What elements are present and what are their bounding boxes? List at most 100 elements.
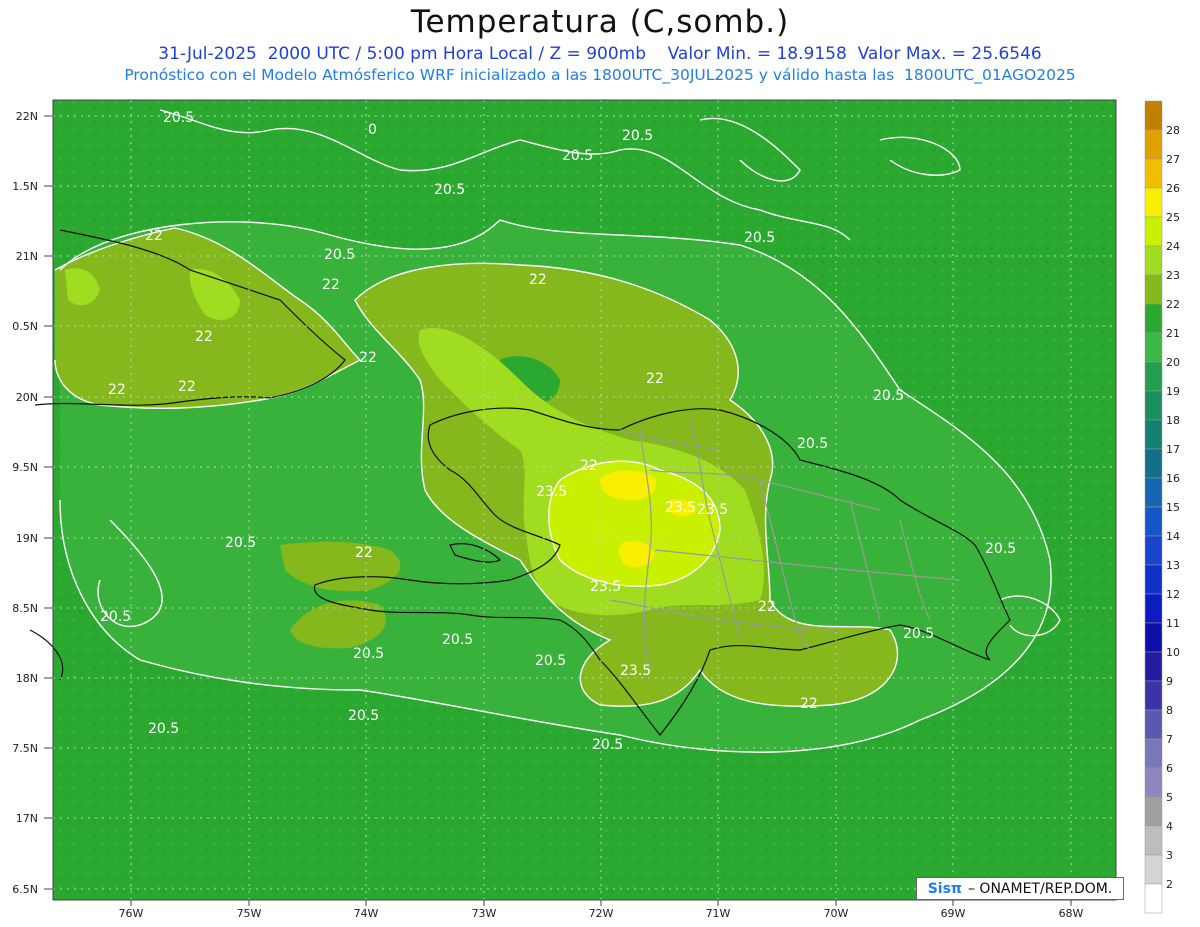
colorbar-swatch — [1144, 274, 1163, 305]
lat-label: 7.5N — [12, 742, 38, 755]
colorbar-swatch — [1144, 477, 1163, 508]
colorbar-swatch — [1144, 651, 1163, 682]
colorbar-label: 15 — [1166, 501, 1180, 514]
lat-label: 0.5N — [12, 320, 38, 333]
temperature-map: 20.5 20.5 20.5 20.5 20.5 20.5 20.5 20.5 … — [12, 99, 1180, 920]
credit-text: – ONAMET/REP.DOM. — [967, 880, 1113, 897]
contour-label: 20.5 — [797, 436, 828, 452]
lon-label: 68W — [1059, 907, 1084, 920]
contour-label: 22 — [580, 458, 598, 474]
contour-label: 23.5 — [590, 579, 621, 595]
contour-label: 20.5 — [985, 541, 1016, 557]
contour-label: 20.5 — [592, 737, 623, 753]
lon-label: 69W — [941, 907, 966, 920]
colorbar-swatch — [1144, 129, 1163, 160]
colorbar-swatch — [1144, 303, 1163, 334]
lat-label: 17N — [16, 812, 38, 825]
colorbar-label: 5 — [1166, 791, 1173, 804]
contour-label: 0 — [368, 122, 377, 138]
colorbar-swatch — [1144, 709, 1163, 740]
credit-box: Sisπ – ONAMET/REP.DOM. — [916, 877, 1124, 900]
contour-label: 20.5 — [434, 182, 465, 198]
colorbar-label: 14 — [1166, 530, 1180, 543]
colorbar-swatch — [1144, 390, 1163, 421]
colorbar-label: 22 — [1166, 298, 1180, 311]
colorbar-label: 8 — [1166, 704, 1173, 717]
colorbar-swatch — [1144, 738, 1163, 769]
colorbar-swatch — [1144, 622, 1163, 653]
colorbar-swatch — [1144, 158, 1163, 189]
contour-label: 20.5 — [225, 535, 256, 551]
colorbar-swatch — [1144, 883, 1163, 914]
colorbar-label: 18 — [1166, 414, 1180, 427]
colorbar-label: 4 — [1166, 820, 1173, 833]
colorbar-label: 16 — [1166, 472, 1180, 485]
colorbar-swatch — [1144, 187, 1163, 218]
lat-label: 22N — [16, 110, 38, 123]
colorbar-label: 28 — [1166, 124, 1180, 137]
contour-label: 22 — [359, 350, 377, 366]
contour-label: 20.5 — [903, 626, 934, 642]
contour-label: 20.5 — [324, 247, 355, 263]
lat-label: 21N — [16, 250, 38, 263]
lon-label: 76W — [119, 907, 144, 920]
colorbar-label: 7 — [1166, 733, 1173, 746]
colorbar-label: 2 — [1166, 878, 1173, 891]
contour-label: 20.5 — [622, 128, 653, 144]
colorbar: 2827262524232221201918171615141312111098… — [1144, 100, 1180, 914]
contour-label: 20.5 — [562, 148, 593, 164]
lat-label: 8.5N — [12, 602, 38, 615]
colorbar-label: 3 — [1166, 849, 1173, 862]
colorbar-swatch — [1144, 506, 1163, 537]
contour-label: 22 — [758, 599, 776, 615]
colorbar-label: 10 — [1166, 646, 1180, 659]
colorbar-label: 27 — [1166, 153, 1180, 166]
lat-label: 19N — [16, 532, 38, 545]
contour-label: 22 — [108, 382, 126, 398]
colorbar-swatch — [1144, 593, 1163, 624]
contour-label: 20.5 — [535, 653, 566, 669]
colorbar-label: 17 — [1166, 443, 1180, 456]
colorbar-swatch — [1144, 100, 1163, 131]
contour-label: 20.5 — [353, 646, 384, 662]
contour-label: 22 — [322, 277, 340, 293]
latitude-labels: 22N 1.5N 21N 0.5N 20N 9.5N 19N 8.5N 18N … — [12, 110, 38, 896]
contour-label: 22 — [178, 379, 196, 395]
colorbar-swatch — [1144, 854, 1163, 885]
colorbar-label: 23 — [1166, 269, 1180, 282]
contour-label: 22 — [646, 371, 664, 387]
colorbar-swatch — [1144, 796, 1163, 827]
contour-label: 22 — [145, 228, 163, 244]
colorbar-swatch — [1144, 564, 1163, 595]
colorbar-label: 26 — [1166, 182, 1180, 195]
colorbar-swatch — [1144, 419, 1163, 450]
colorbar-swatch — [1144, 825, 1163, 856]
lon-label: 74W — [354, 907, 379, 920]
lon-label: 72W — [589, 907, 614, 920]
contour-label: 22 — [529, 272, 547, 288]
lon-label: 75W — [237, 907, 262, 920]
lat-label: 20N — [16, 391, 38, 404]
colorbar-swatch — [1144, 535, 1163, 566]
colorbar-swatch — [1144, 332, 1163, 363]
contour-label: 23.5 — [697, 502, 728, 518]
contour-label: 22 — [800, 696, 818, 712]
colorbar-swatch — [1144, 448, 1163, 479]
contour-label: 22 — [355, 545, 373, 561]
colorbar-label: 25 — [1166, 211, 1180, 224]
colorbar-swatch — [1144, 361, 1163, 392]
contour-label: 20.5 — [442, 632, 473, 648]
colorbar-label: 6 — [1166, 762, 1173, 775]
colorbar-label: 9 — [1166, 675, 1173, 688]
sispi-logo: Sisπ — [927, 880, 962, 897]
colorbar-swatch — [1144, 680, 1163, 711]
colorbar-swatch — [1144, 767, 1163, 798]
contour-label: 23.5 — [620, 663, 651, 679]
contour-label: 20.5 — [163, 110, 194, 126]
lat-label: 9.5N — [12, 461, 38, 474]
contour-label: 20.5 — [744, 230, 775, 246]
contour-label: 20.5 — [148, 721, 179, 737]
colorbar-swatch — [1144, 216, 1163, 247]
contour-label: 23.5 — [536, 484, 567, 500]
contour-label: 20.5 — [348, 708, 379, 724]
